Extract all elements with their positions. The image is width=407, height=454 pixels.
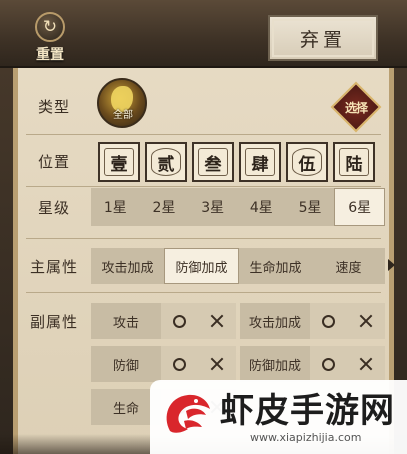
star-option-6[interactable]: 6星 [334, 188, 386, 226]
position-slot-label: 壹 [104, 148, 134, 176]
scroll-right-arrow-icon[interactable] [388, 259, 395, 271]
position-slot-label: 陆 [339, 148, 369, 176]
sub-attr-name: 攻击加成 [248, 315, 301, 331]
exclude-x-icon[interactable] [358, 313, 374, 329]
sub-attr-options [310, 303, 385, 339]
choose-button[interactable]: 选择 [330, 81, 382, 133]
position-slot-1[interactable]: 壹 [98, 142, 140, 182]
divider [26, 186, 381, 187]
main-attr-option-hp[interactable]: 生命加成 [239, 248, 312, 284]
star-selector: 1星 2星 3星 4星 5星 6星 [91, 188, 386, 226]
position-slot-label: 叁 [198, 148, 228, 176]
type-label: 类型 [38, 98, 71, 116]
star-option-1[interactable]: 1星 [91, 188, 140, 226]
position-slot-label: 伍 [292, 148, 322, 176]
sub-attr-options [310, 346, 385, 382]
watermark: 虾皮手游网 www.xiapizhijia.com [150, 380, 407, 454]
star-option-3[interactable]: 3星 [188, 188, 237, 226]
include-circle-icon[interactable] [321, 314, 335, 328]
shrimp-logo-icon [156, 387, 216, 447]
choose-label: 选择 [344, 100, 367, 115]
position-label: 位置 [38, 153, 71, 171]
position-slot-2[interactable]: 贰 [145, 142, 187, 182]
type-all-tag: 全部 [113, 110, 133, 121]
position-slot-4[interactable]: 肆 [239, 142, 281, 182]
watermark-title: 虾皮手游网 [220, 390, 395, 431]
star-option-5[interactable]: 5星 [286, 188, 335, 226]
sub-attr-attack: 攻击 [91, 303, 236, 339]
position-slot-3[interactable]: 叁 [192, 142, 234, 182]
include-circle-icon[interactable] [172, 314, 186, 328]
main-attr-option-speed[interactable]: 速度 [312, 248, 385, 284]
sub-attr-name: 攻击 [112, 315, 139, 331]
sub-attr-attack-bonus: 攻击加成 [240, 303, 385, 339]
star-label: 星级 [38, 199, 71, 217]
main-attr-label: 主属性 [30, 258, 79, 276]
watermark-url: www.xiapizhijia.com [250, 430, 362, 444]
header-bar: ↻ 重置 弃置 [0, 0, 407, 68]
star-option-2[interactable]: 2星 [140, 188, 189, 226]
position-slot-label: 肆 [245, 148, 275, 176]
exclude-x-icon[interactable] [209, 313, 225, 329]
sub-attr-options [161, 346, 236, 382]
watermark-text: 虾皮手游网 www.xiapizhijia.com [220, 391, 395, 444]
sub-attr-options [161, 303, 236, 339]
discard-button[interactable]: 弃置 [268, 15, 378, 61]
reset-label: 重置 [36, 47, 64, 63]
exclude-x-icon[interactable] [209, 356, 225, 372]
sub-attr-name: 防御 [112, 358, 139, 374]
sub-attr-label: 副属性 [30, 313, 79, 331]
position-slot-label: 贰 [151, 148, 181, 176]
include-circle-icon[interactable] [321, 357, 335, 371]
main-attr-option-attack[interactable]: 攻击加成 [91, 248, 164, 284]
type-all-button[interactable]: 全部 [97, 78, 147, 128]
exclude-x-icon[interactable] [358, 356, 374, 372]
position-slot-5[interactable]: 伍 [286, 142, 328, 182]
sub-attr-defense: 防御 [91, 346, 236, 382]
position-slot-6[interactable]: 陆 [333, 142, 375, 182]
include-circle-icon[interactable] [172, 357, 186, 371]
divider [26, 238, 381, 239]
sub-attr-defense-bonus: 防御加成 [240, 346, 385, 382]
star-option-4[interactable]: 4星 [237, 188, 286, 226]
divider [26, 134, 381, 135]
reset-button[interactable]: ↻ 重置 [24, 12, 76, 64]
main-attr-option-defense[interactable]: 防御加成 [164, 248, 239, 284]
main-attr-selector: 攻击加成 防御加成 生命加成 速度 [91, 248, 385, 284]
refresh-icon: ↻ [35, 12, 65, 42]
sub-attr-name: 防御加成 [248, 358, 301, 374]
divider [26, 292, 381, 293]
